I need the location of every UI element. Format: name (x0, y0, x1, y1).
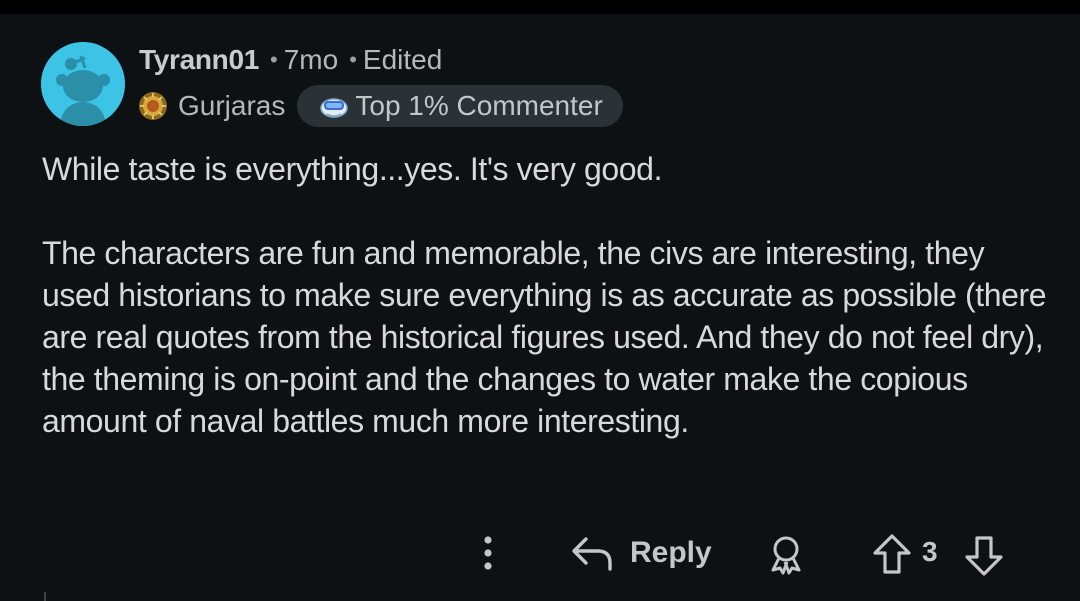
upvote-button[interactable] (870, 532, 914, 576)
vote-count: 3 (922, 536, 938, 567)
achievement-goggles-icon (319, 93, 349, 119)
more-vertical-icon (484, 536, 492, 570)
meta-separator: • (270, 47, 278, 72)
reply-label: Reply (630, 536, 712, 569)
achievement-badge-label: Top 1% Commenter (355, 90, 603, 121)
username-link[interactable]: Tyrann01 (139, 44, 259, 76)
edited-label: Edited (362, 44, 443, 75)
achievement-badge[interactable]: Top 1% Commenter (297, 85, 623, 127)
comment-paragraph: The characters are fun and memorable, th… (42, 235, 1047, 439)
downvote-button[interactable] (962, 534, 1006, 578)
comment-actions: Reply 3 (0, 528, 1080, 578)
comment-age: 7mo (283, 44, 339, 75)
more-options-button[interactable] (474, 532, 502, 574)
upvote-icon (873, 534, 911, 574)
downvote-icon (965, 536, 1003, 576)
user-flair-label: Gurjaras (178, 90, 286, 121)
snoo-avatar-icon (41, 42, 125, 126)
award-icon (771, 536, 801, 575)
user-flair-row: Gurjaras Top 1% Commenter (138, 84, 623, 128)
comment-body: While taste is everything...yes. It's ve… (42, 148, 1052, 442)
avatar[interactable] (41, 42, 125, 126)
sun-emblem-icon (138, 91, 168, 121)
comment-meta: Tyrann01 • 7mo • Edited (139, 40, 442, 80)
top-edge-bar (0, 0, 1080, 14)
thread-line (44, 592, 46, 601)
award-button[interactable] (764, 532, 808, 576)
reply-arrow-icon (572, 537, 612, 571)
reply-button[interactable]: Reply (570, 530, 712, 576)
comment-paragraph: While taste is everything...yes. It's ve… (42, 151, 663, 187)
meta-separator: • (349, 47, 357, 72)
